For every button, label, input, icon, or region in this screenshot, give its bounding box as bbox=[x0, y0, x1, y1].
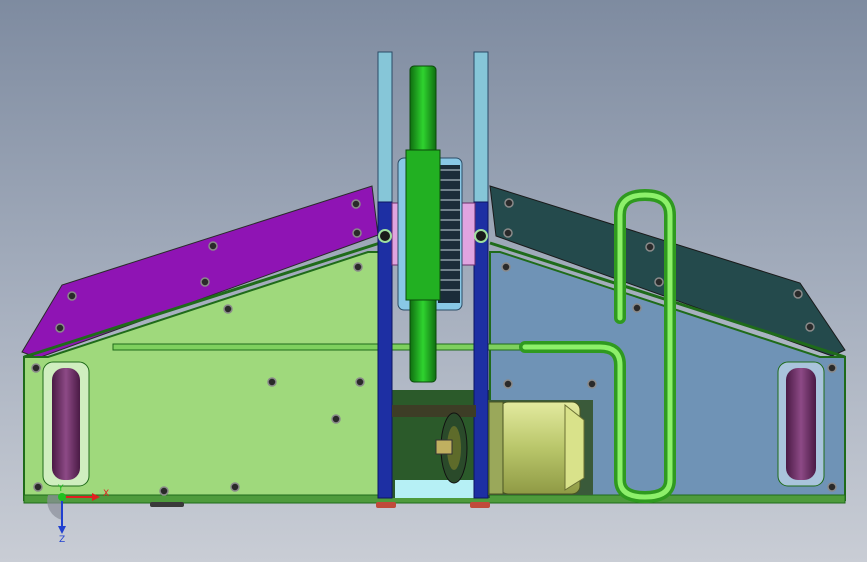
drive-belt bbox=[392, 405, 476, 417]
y-axis-label: Y bbox=[57, 484, 64, 494]
right-track-wheel[interactable] bbox=[777, 361, 825, 487]
z-axis-label: Z bbox=[59, 535, 65, 545]
cad-viewport[interactable]: X Y Z bbox=[0, 0, 867, 562]
base-spacer bbox=[150, 502, 184, 507]
left-upright-top bbox=[377, 51, 393, 203]
weapon-disc-hub bbox=[405, 149, 441, 301]
right-axle-bolt bbox=[474, 229, 488, 243]
right-spacer bbox=[460, 202, 476, 266]
left-track-wheel[interactable] bbox=[42, 361, 90, 487]
x-axis-label: X bbox=[103, 489, 109, 499]
right-upright[interactable] bbox=[473, 201, 489, 499]
left-axle-bolt bbox=[378, 229, 392, 243]
drive-motor[interactable] bbox=[488, 400, 593, 495]
y-axis-dot-icon bbox=[58, 493, 66, 501]
drive-shaft-rod bbox=[112, 343, 534, 351]
left-upright[interactable] bbox=[377, 201, 393, 499]
right-foot bbox=[470, 502, 490, 508]
pulley-teeth bbox=[438, 165, 460, 303]
bay-floor bbox=[395, 480, 485, 498]
left-foot bbox=[376, 502, 396, 508]
right-upright-top bbox=[473, 51, 489, 203]
